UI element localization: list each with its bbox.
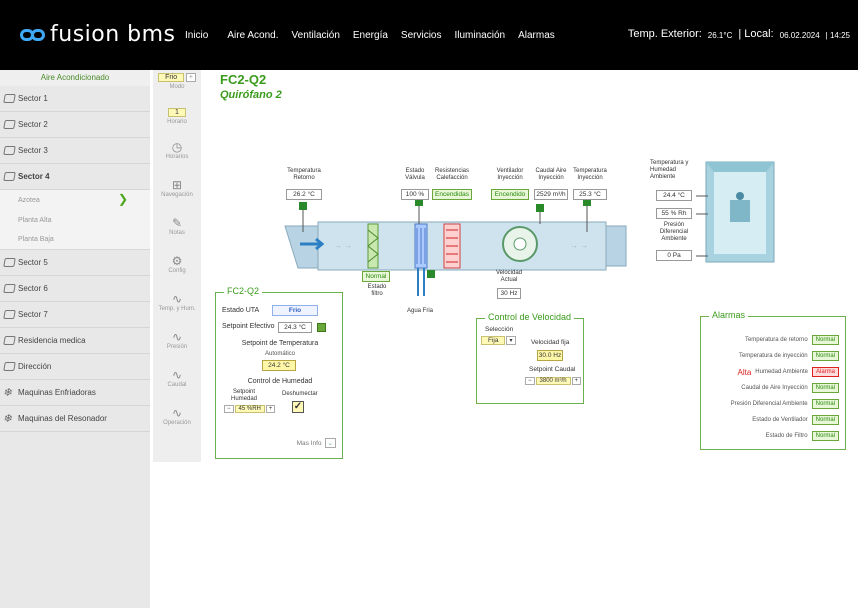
velocidad-label: Velocidad Actual [496, 270, 523, 283]
alarm-label: Estado de Filtro [765, 433, 808, 439]
ambiente-label: Temperatura y Humedad Ambiente [650, 160, 689, 180]
ventilador-label: Ventilador Inyección [496, 168, 524, 181]
estado-valvula-label: Estado Válvula [405, 168, 425, 181]
chevron-down-icon[interactable]: ▾ [506, 336, 516, 345]
temp-retorno-value: 26.2 °C [286, 189, 322, 200]
sp-hum-stepper[interactable]: − 45 %RH + [224, 405, 276, 413]
agua-fria-label: Agua Fria [406, 308, 433, 314]
filtro-status: Normal [362, 271, 390, 282]
speed-control-panel: Control de Velocidad Selección Fija ▾ Ve… [476, 312, 584, 404]
decrement-button[interactable]: − [525, 377, 535, 385]
svg-text:→ →: → → [570, 241, 588, 250]
status-badge: Normal [811, 431, 839, 441]
status-badge: Normal [811, 351, 839, 361]
seleccion-value[interactable]: Fija [481, 336, 506, 345]
chevron-down-icon: ⌄ [324, 438, 336, 448]
hum-label: Control de Humedad [247, 378, 313, 385]
alarm-row: Caudal de Aire Inyección Normal [741, 383, 839, 393]
sp-hum-label: Setpoint Humedad [230, 389, 257, 402]
presion-value: 0 Pa [656, 250, 692, 261]
deshumectar-checkbox[interactable]: ✓ [292, 401, 304, 413]
alarm-row: Estado de Filtro Normal [766, 431, 839, 441]
velocidad-value: 30 Hz [497, 288, 521, 299]
status-badge: Normal [811, 335, 839, 345]
estado-uta-value[interactable]: Frio [272, 305, 318, 316]
ambiente-hum-value: 55 % Rh [656, 208, 692, 219]
increment-button[interactable]: + [265, 405, 276, 413]
sp-hum-value[interactable]: 45 %RH [234, 405, 265, 413]
alarm-label: Estado de Ventilador [752, 417, 808, 423]
estado-valvula-value: 100 % [401, 189, 429, 200]
temp-inyeccion-value: 25.3 °C [573, 189, 607, 200]
presion-label: Presión Diferencial Ambiente [659, 222, 689, 242]
estado-uta-label: Estado UTA [222, 307, 260, 314]
status-badge: Normal [811, 415, 839, 425]
sp-caudal-value[interactable]: 3800 m³/h [535, 377, 571, 385]
sp-caudal-label: Setpoint Caudal [529, 366, 576, 373]
filtro-label: Estado filtro [367, 284, 387, 297]
alarm-row: Presión Diferencial Ambiente Normal [731, 399, 839, 409]
temp-inyeccion-label: Temperatura Inyección [573, 168, 607, 181]
alarm-row: Alta Humedad Ambiente Alarma [737, 367, 839, 377]
resistencias-label: Resistencias Calefacción [434, 168, 469, 181]
alarm-label: Caudal de Aire Inyección [741, 385, 808, 391]
status-badge: Normal [811, 399, 839, 409]
ambiente-temp-value: 24.4 °C [656, 190, 692, 201]
sp-temp-value[interactable]: 24.2 °C [262, 360, 296, 371]
setpoint-efectivo-value: 24.3 °C [278, 322, 312, 333]
temp-retorno-label: Temperatura Retorno [287, 168, 321, 181]
status-badge: Normal [811, 383, 839, 393]
resistencias-value: Encendidas [432, 189, 472, 200]
sp-temp-label: Setpoint de Temperatura [241, 340, 319, 347]
svg-text:→ →: → → [334, 241, 352, 250]
alarm-label: Presión Diferencial Ambiente [730, 401, 808, 407]
vel-fija-value[interactable]: 30.0 Hz [537, 350, 563, 361]
mas-info-label: Mas Info [296, 439, 322, 447]
alarm-label: Temperatura de inyección [738, 353, 808, 359]
status-badge: Alarma [811, 367, 839, 377]
caudal-label: Caudal Aire Inyección [535, 168, 567, 181]
seleccion-label: Selección [485, 326, 514, 333]
sp-caudal-stepper[interactable]: − 3800 m³/h + [525, 377, 582, 385]
alarm-row: Temperatura de inyección Normal [739, 351, 839, 361]
ahu-diagram: → → → → [284, 161, 775, 386]
setpoint-efectivo-label: Setpoint Efectivo [222, 323, 275, 330]
alarms-title: Alarmas [709, 310, 749, 320]
auto-label: Automático [264, 351, 295, 357]
tag-icon[interactable] [317, 323, 326, 332]
vel-fija-label: Velocidad fija [531, 339, 570, 346]
alarm-label: Temperatura de retorno [744, 337, 808, 343]
caudal-value: 2529 m³/h [534, 189, 568, 200]
alarm-row: Estado de Ventilador Normal [752, 415, 839, 425]
alarm-label: Humedad Ambiente [755, 369, 808, 375]
fc-control-panel: FC2-Q2 Estado UTA Frio Setpoint Efectivo… [215, 286, 343, 459]
seleccion-select[interactable]: Fija ▾ [481, 336, 516, 345]
mas-info-link[interactable]: Mas Info ⌄ [297, 438, 336, 448]
decrement-button[interactable]: − [224, 405, 234, 413]
speed-box-title: Control de Velocidad [485, 312, 575, 322]
alarms-panel: Alarmas Temperatura de retorno Normal Tem… [700, 310, 846, 450]
alarm-prefix: Alta [737, 367, 752, 377]
increment-button[interactable]: + [571, 377, 582, 385]
fc-box-title: FC2-Q2 [224, 286, 263, 296]
ventilador-value: Encendido [491, 189, 529, 200]
deshumectar-label: Deshumectar [282, 391, 318, 397]
alarm-row: Temperatura de retorno Normal [745, 335, 839, 345]
